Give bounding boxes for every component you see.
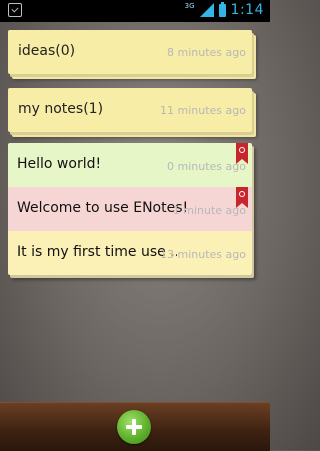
note-item[interactable]: Welcome to use ENotes! 1 minute ago — [8, 187, 252, 232]
category-my-notes[interactable]: my notes(1) 11 minutes ago — [8, 88, 252, 132]
battery-icon — [218, 1, 226, 17]
note-title: Hello world! — [17, 156, 102, 172]
note-title: Welcome to use ENotes! — [17, 200, 189, 216]
note-title: It is my first time use ... — [17, 244, 177, 260]
checkbox-icon — [8, 3, 22, 17]
add-note-button[interactable] — [117, 410, 151, 444]
signal-icon — [199, 3, 214, 17]
note-item[interactable]: Hello world! 0 minutes ago — [8, 143, 252, 188]
alarm-flag-icon — [236, 143, 248, 164]
note-time: 0 minutes ago — [167, 160, 246, 173]
category-title: ideas(0) — [18, 43, 76, 59]
note-time: 1 minute ago — [172, 204, 246, 217]
alarm-flag-icon — [236, 187, 248, 208]
note-time: 13 minutes ago — [160, 248, 246, 261]
notes-list: Hello world! 0 minutes ago Welcome to us… — [8, 143, 252, 275]
category-time: 8 minutes ago — [167, 46, 246, 59]
category-time: 11 minutes ago — [160, 104, 246, 117]
status-time: 1:14 — [230, 2, 264, 18]
category-title: my notes(1) — [18, 101, 104, 117]
network-type-label: 3G — [184, 2, 195, 10]
status-icons: 3G 1:14 — [184, 1, 264, 18]
note-item[interactable]: It is my first time use ... 13 minutes a… — [8, 231, 252, 275]
category-ideas[interactable]: ideas(0) 8 minutes ago — [8, 30, 252, 74]
bottom-bar — [0, 402, 270, 451]
status-bar: 3G 1:14 — [0, 0, 270, 22]
